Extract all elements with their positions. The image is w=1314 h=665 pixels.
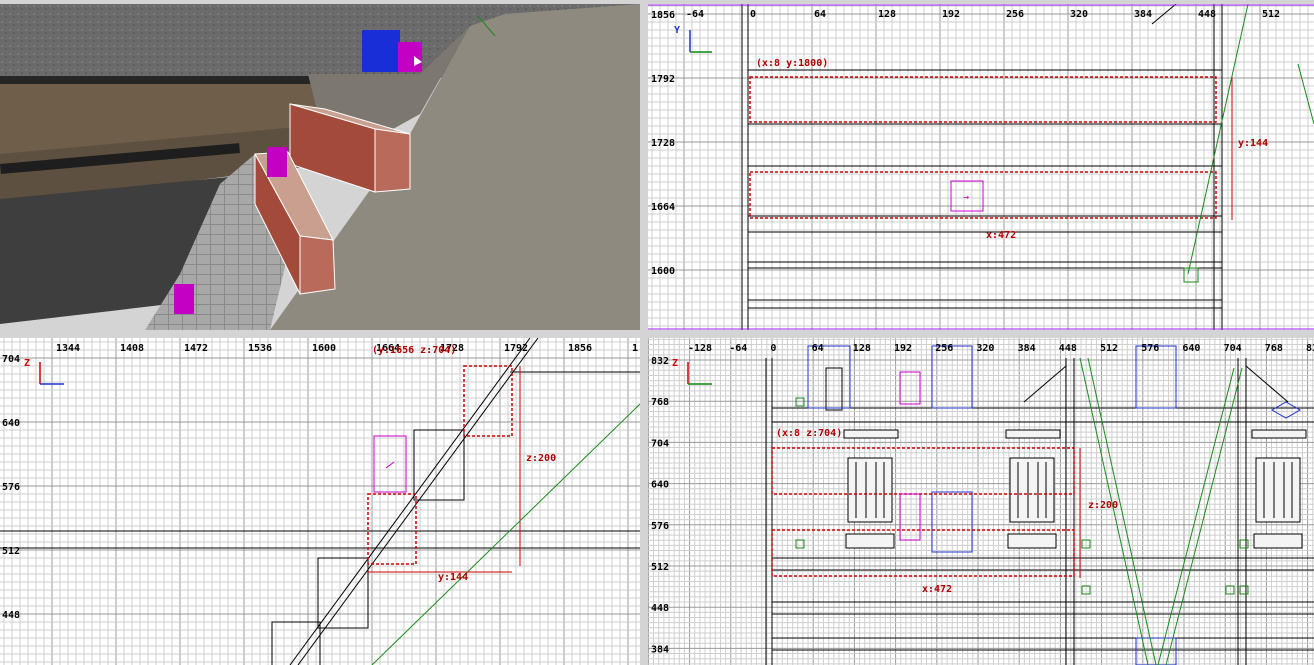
x-tick-label: 192 [942,9,960,20]
selection-origin-label: (x:8 y:1800) [756,58,828,69]
x-tick-label: 1856 [568,343,592,354]
x-tick-label: 768 [1265,343,1283,354]
x-tick-label: 1 [632,343,638,354]
entity-marker-middle[interactable] [267,147,287,177]
dimension-y-label: y:144 [1238,138,1268,149]
viewport-3d-canvas[interactable] [0,4,640,330]
splitter-horizontal[interactable] [0,330,1314,338]
dimension-z-label: z:200 [526,453,556,464]
axis-label-z: Z [24,358,30,369]
viewport-top-canvas[interactable]: → Y -64 0 64 128 192 256 320 384 448 512 1856 1792… [648,4,1314,330]
entity-box-lower[interactable] [899,493,921,541]
x-tick-label: 448 [1059,343,1077,354]
viewport-side-canvas[interactable]: Z 1344 1408 1472 1536 1600 1664 1728 1792 1856 1 … [0,338,640,665]
x-tick-label: 384 [1134,9,1152,20]
y-tick-label: 1728 [651,138,675,149]
ledge-shadow [0,76,330,84]
y-tick-label: 448 [651,603,669,614]
x-tick-label: 1344 [56,343,80,354]
selection-origin-label: (y:1656 z:704) [372,345,456,356]
entity-box-upper[interactable] [899,371,921,405]
dimension-z-label: z:200 [1088,500,1118,511]
x-tick-label: 448 [1198,9,1216,20]
selection-origin-label: (x:8 z:704) [776,428,842,439]
blue-entity-box[interactable] [362,30,400,72]
viewport-top-xy[interactable]: → Y -64 0 64 128 192 256 320 384 448 512 1856 1792… [648,4,1314,330]
y-tick-label: 1600 [651,266,675,277]
dimension-x-label: x:472 [986,230,1016,241]
x-tick-label: 1792 [504,343,528,354]
y-tick-label: 448 [2,610,20,621]
x-tick-label: 704 [1224,343,1242,354]
x-tick-label: 640 [1182,343,1200,354]
y-tick-label: 1792 [651,74,675,85]
entity-direction [385,461,395,469]
x-tick-label: 0 [750,9,756,20]
x-tick-label: 256 [935,343,953,354]
brush-outlines [741,4,1223,330]
x-tick-label: 320 [1070,9,1088,20]
y-tick-label: 704 [2,354,20,365]
x-tick-label: 320 [976,343,994,354]
y-tick-label: 512 [2,546,20,557]
x-tick-label: 1536 [248,343,272,354]
y-tick-label: 1856 [651,10,675,21]
light-entity-icon[interactable] [1270,401,1302,419]
x-tick-label: 384 [1018,343,1036,354]
y-tick-label: 640 [2,418,20,429]
entity-marker-bottom[interactable] [174,284,194,314]
y-tick-label: 768 [651,397,669,408]
x-tick-label: 512 [1100,343,1118,354]
y-tick-label: 512 [651,562,669,573]
x-tick-label: -64 [686,9,704,20]
x-tick-label: -128 [688,343,712,354]
x-tick-label: 576 [1141,343,1159,354]
viewport-3d[interactable] [0,4,640,330]
entity-arrow-icon: → [963,192,969,203]
x-tick-label: 0 [770,343,776,354]
viewport-side-yz[interactable]: Z 1344 1408 1472 1536 1600 1664 1728 1792 1856 1 … [0,338,640,665]
viewport-front-xz[interactable]: Z -128 -64 0 64 128 192 256 320 384 448 512 576 640 7… [648,338,1314,665]
x-tick-label: 128 [878,9,896,20]
x-tick-label: 192 [894,343,912,354]
x-tick-label: 64 [814,9,826,20]
y-tick-label: 1664 [651,202,675,213]
x-tick-label: 128 [853,343,871,354]
x-tick-label: 1600 [312,343,336,354]
y-tick-label: 832 [651,356,669,367]
y-tick-label: 576 [651,521,669,532]
y-tick-label: 384 [651,644,669,655]
x-tick-label: -64 [729,343,747,354]
x-tick-label: 83 [1306,343,1314,354]
dimension-y-label: y:144 [438,572,468,583]
x-tick-label: 1472 [184,343,208,354]
x-tick-label: 64 [812,343,824,354]
axis-label-z: Z [672,358,678,369]
axis-label-y: Y [674,25,680,36]
y-tick-label: 576 [2,482,20,493]
entity-marker-top[interactable] [398,42,422,72]
y-tick-label: 640 [651,480,669,491]
y-tick-label: 704 [651,438,669,449]
x-tick-label: 256 [1006,9,1024,20]
viewport-front-canvas[interactable]: Z -128 -64 0 64 128 192 256 320 384 448 512 576 640 7… [648,338,1314,665]
entity-box-side[interactable] [373,435,407,493]
x-tick-label: 1408 [120,343,144,354]
dimension-x-label: x:472 [922,584,952,595]
x-tick-label: 512 [1262,9,1280,20]
